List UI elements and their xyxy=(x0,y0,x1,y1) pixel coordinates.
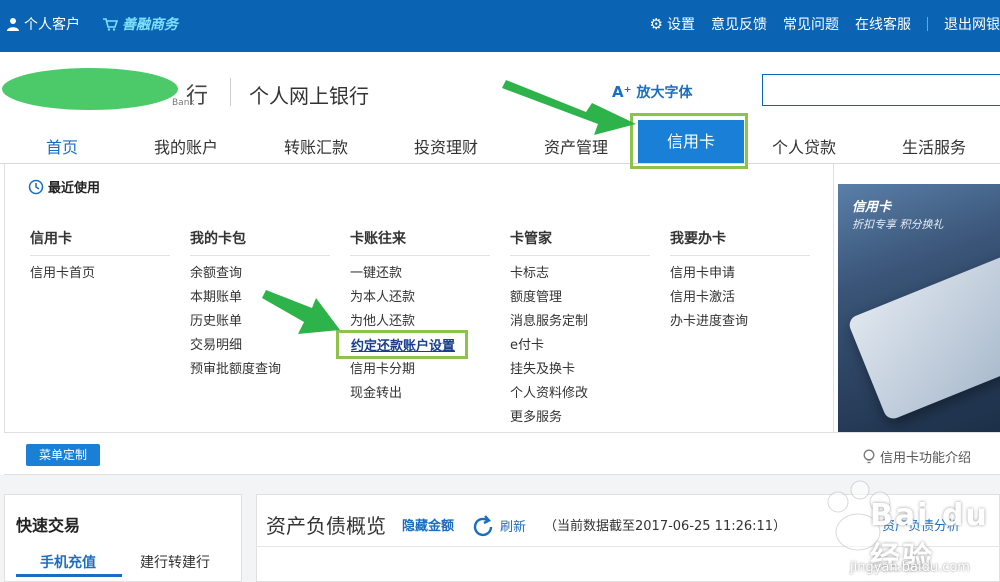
cart-icon xyxy=(103,18,118,31)
top-bar: 个人客户 善融商务 ⚙ 设置 意见反馈 常见问题 在线客服 退出网银 xyxy=(0,0,1000,52)
tab-transfer[interactable]: 转账汇款 xyxy=(284,134,348,158)
menu-repay-others[interactable]: 为他人还款 xyxy=(350,310,415,329)
column-title-card-account: 卡账往来 xyxy=(350,231,406,247)
personal-customer-link[interactable]: 个人客户 xyxy=(6,14,80,34)
tab-my-account[interactable]: 我的账户 xyxy=(154,134,218,158)
menu-custom-button[interactable]: 菜单定制 xyxy=(26,444,100,466)
tab-personal-loan[interactable]: 个人贷款 xyxy=(772,134,836,158)
column-divider xyxy=(350,255,490,256)
menu-one-click-repay[interactable]: 一键还款 xyxy=(350,262,402,281)
user-icon xyxy=(7,18,19,31)
menu-message-service[interactable]: 消息服务定制 xyxy=(510,310,588,329)
search-input[interactable] xyxy=(762,74,1000,106)
bank-logo-sub: Bank xyxy=(172,98,195,108)
enlarge-font-label: 放大字体 xyxy=(636,85,693,101)
menu-credit-card-home[interactable]: 信用卡首页 xyxy=(30,262,95,281)
enlarge-font-button[interactable]: A⁺ 放大字体 xyxy=(612,82,693,102)
tab-life-services[interactable]: 生活服务 xyxy=(902,134,966,158)
divider xyxy=(927,17,928,31)
font-plus-icon: A⁺ xyxy=(612,83,632,101)
credit-card-intro-link[interactable]: 信用卡功能介绍 xyxy=(862,447,971,466)
column-title-apply-card: 我要办卡 xyxy=(670,231,726,247)
tab-home[interactable]: 首页 xyxy=(46,134,78,158)
recent-used[interactable]: 最近使用 xyxy=(28,177,100,196)
watermark-url: jingyan.baidu.com xyxy=(850,560,970,575)
menu-transaction-detail[interactable]: 交易明细 xyxy=(190,334,242,353)
highlight-credit-card-tab xyxy=(630,113,748,169)
menu-card-application[interactable]: 信用卡申请 xyxy=(670,262,735,281)
column-divider xyxy=(190,255,330,256)
menu-preapproval-limit[interactable]: 预审批额度查询 xyxy=(190,358,281,377)
menu-more-services[interactable]: 更多服务 xyxy=(510,406,562,425)
settings-label: 设置 xyxy=(667,17,695,33)
credit-card-intro-label: 信用卡功能介绍 xyxy=(880,451,972,466)
logout-link[interactable]: 退出网银 xyxy=(944,14,1000,34)
lightbulb-icon xyxy=(863,449,875,463)
auto-repay-label: 约定还款账户设置 xyxy=(351,339,456,354)
column-title-my-wallet: 我的卡包 xyxy=(190,231,246,247)
menu-limit-management[interactable]: 额度管理 xyxy=(510,286,562,305)
main-nav: 首页 我的账户 转账汇款 投资理财 资产管理 信用卡 个人贷款 生活服务 xyxy=(0,120,1000,166)
settings-link[interactable]: ⚙ 设置 xyxy=(650,14,695,34)
promo-subtitle: 折扣专享 积分换礼 xyxy=(852,218,944,231)
business-label: 善融商务 xyxy=(122,17,178,33)
tab-mobile-recharge[interactable]: 手机充值 xyxy=(40,552,96,572)
menu-card-flag[interactable]: 卡标志 xyxy=(510,262,549,281)
recent-used-label: 最近使用 xyxy=(48,181,101,196)
faq-link[interactable]: 常见问题 xyxy=(783,14,839,34)
menu-history-bill[interactable]: 历史账单 xyxy=(190,310,242,329)
active-tab-indicator xyxy=(16,574,122,577)
menu-installment[interactable]: 信用卡分期 xyxy=(350,358,415,377)
column-title-card-manager: 卡管家 xyxy=(510,231,552,247)
bank-logo-redacted xyxy=(2,68,178,110)
shanrong-business-link[interactable]: 善融商务 xyxy=(102,14,178,34)
column-title-credit-card: 信用卡 xyxy=(30,231,72,247)
quick-trade-title: 快速交易 xyxy=(16,516,81,535)
tab-investment[interactable]: 投资理财 xyxy=(414,134,478,158)
menu-auto-repay-account-setting[interactable]: 约定还款账户设置 xyxy=(336,330,469,359)
menu-current-bill[interactable]: 本期账单 xyxy=(190,286,242,305)
site-name: 个人网上银行 xyxy=(249,84,369,108)
clock-icon xyxy=(28,179,44,194)
credit-card-image xyxy=(846,244,1000,422)
menu-report-loss[interactable]: 挂失及换卡 xyxy=(510,358,575,377)
tab-asset-management[interactable]: 资产管理 xyxy=(544,134,608,158)
hide-amount-link[interactable]: 隐藏金额 xyxy=(402,515,454,534)
menu-card-activation[interactable]: 信用卡激活 xyxy=(670,286,735,305)
menu-repay-self[interactable]: 为本人还款 xyxy=(350,286,415,305)
menu-e-pay-card[interactable]: e付卡 xyxy=(510,334,544,353)
feedback-link[interactable]: 意见反馈 xyxy=(711,14,767,34)
menu-cash-out[interactable]: 现金转出 xyxy=(350,382,402,401)
refresh-icon[interactable] xyxy=(470,514,496,540)
column-divider xyxy=(670,255,810,256)
column-divider xyxy=(510,255,650,256)
gear-icon: ⚙ xyxy=(649,15,663,33)
tab-ccb-transfer[interactable]: 建行转建行 xyxy=(140,552,210,572)
personal-customer-label: 个人客户 xyxy=(24,17,80,33)
refresh-link[interactable]: 刷新 xyxy=(500,516,526,535)
promo-title: 信用卡 xyxy=(852,200,892,215)
panel-footer xyxy=(4,433,1000,475)
menu-balance-query[interactable]: 余额查询 xyxy=(190,262,242,281)
data-timestamp: （当前数据截至2017-06-25 11:26:11） xyxy=(544,519,787,534)
column-divider xyxy=(30,255,170,256)
asset-overview-title: 资产负债概览 xyxy=(266,514,386,538)
menu-profile-edit[interactable]: 个人资料修改 xyxy=(510,382,588,401)
online-service-link[interactable]: 在线客服 xyxy=(855,14,911,34)
logo-divider xyxy=(230,78,231,106)
menu-application-progress[interactable]: 办卡进度查询 xyxy=(670,310,748,329)
